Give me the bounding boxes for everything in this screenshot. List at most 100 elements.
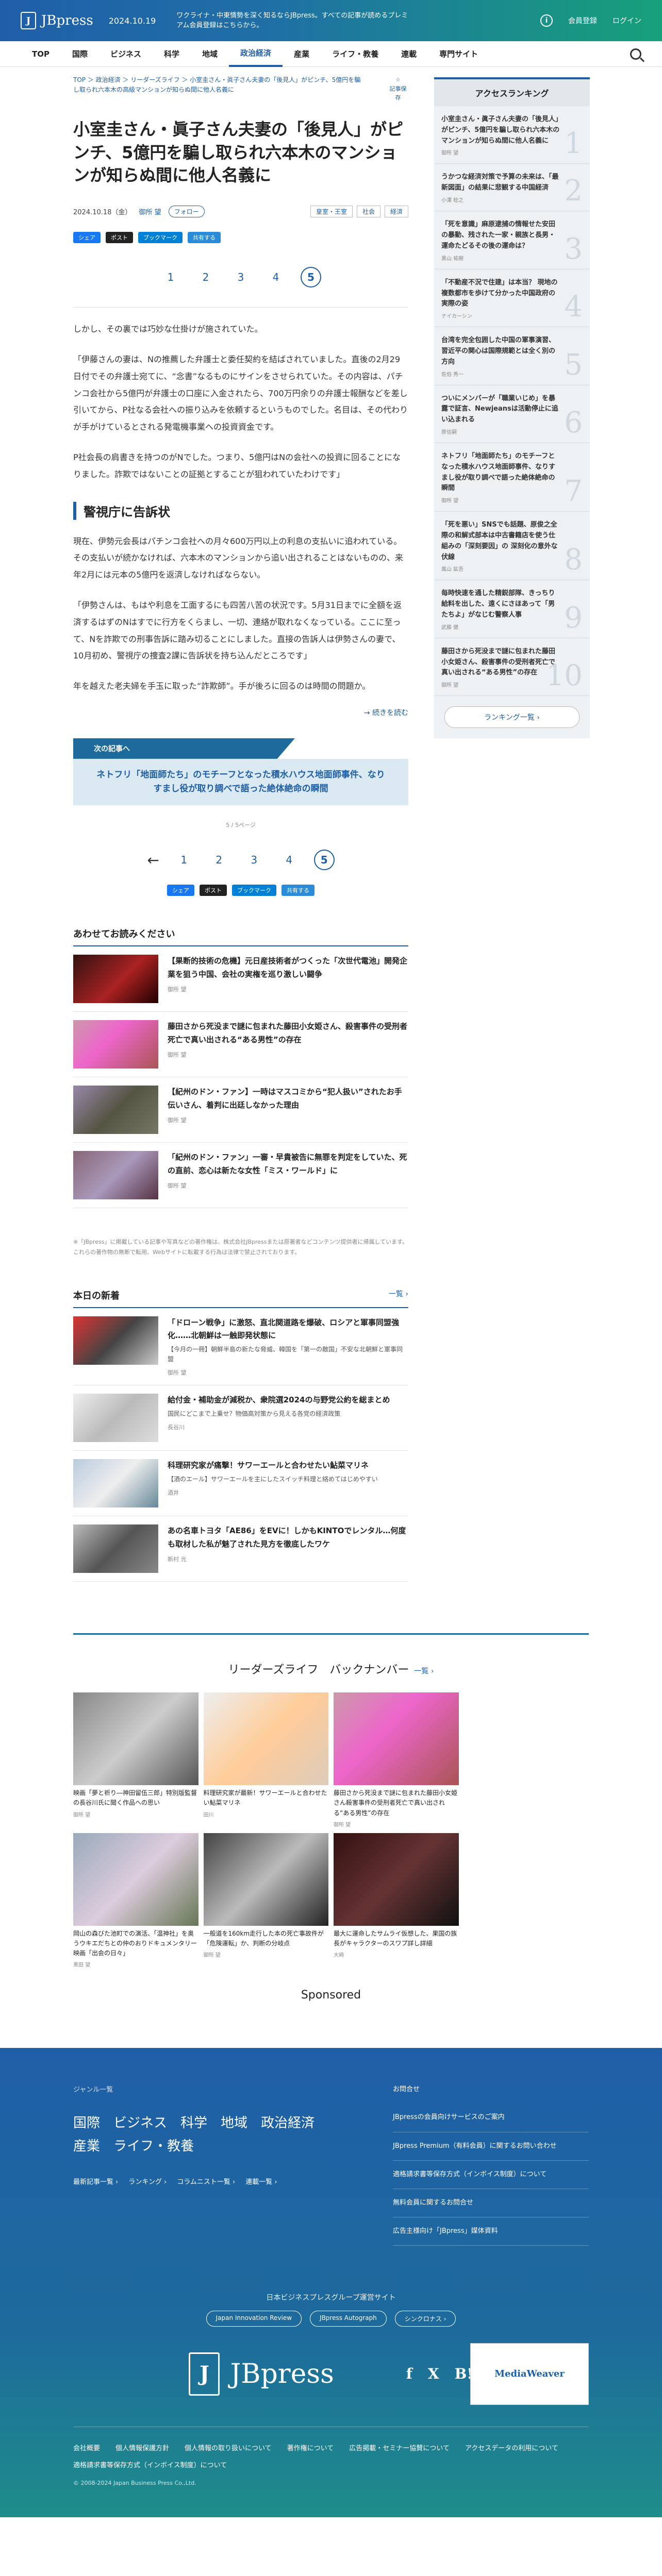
nav-politics-economy[interactable]: 政治経済 [229, 41, 283, 67]
footer-invoice[interactable]: 適格請求書等保存方式（インボイス制度）について [393, 2161, 589, 2189]
related-title[interactable]: 【果断的技術の危機】元日産技術者がつくった「次世代電池」開発企業を狙う中国、会社… [168, 955, 408, 981]
facebook-share-button[interactable]: シェア [167, 885, 194, 896]
facebook-icon[interactable]: f [406, 2365, 412, 2382]
page-4[interactable]: 4 [266, 267, 286, 287]
page-5-current[interactable]: 5 [313, 850, 335, 871]
footer-premium-contact[interactable]: JBpress Premium（有料会員）に関するお問い合わせ [393, 2132, 589, 2161]
related-title[interactable]: 藤田さから死没まで謎に包まれた藤田小女姫さん、殺害事件の受刑者死亡で真い出される… [168, 1020, 408, 1046]
search-icon[interactable] [630, 48, 641, 60]
daily-title[interactable]: あの名車トヨタ「AE86」をEVに！しかもKINTOでレンタル…何度も取材した私… [168, 1524, 408, 1551]
follow-button[interactable]: フォロー [168, 206, 205, 218]
author-link[interactable]: 御所 望 [139, 207, 161, 216]
daily-item[interactable]: あの名車トヨタ「AE86」をEVに！しかもKINTOでレンタル…何度も取材した私… [73, 1524, 408, 1582]
backnumber-title[interactable]: 岡山の森びた池町での演活、「温神社」を奥うウキエだちとの仲のおりドキュメンタリー… [73, 1929, 198, 1959]
footer-genre-industry[interactable]: 産業 [73, 2136, 100, 2155]
ranking-item[interactable]: 「死を意識」麻原逮捕の情報せた安田の暴動、残された一家・親族と長男・運命たどるそ… [434, 211, 590, 269]
footer-contact[interactable]: お問合せ [393, 2084, 589, 2104]
ranking-list-button[interactable]: ランキング一覧 › [444, 706, 580, 728]
footer-genre-politics[interactable]: 政治経済 [261, 2112, 315, 2131]
ranking-title[interactable]: ついにメンバーが「職業いじめ」を暴露で証言、Newjeansは活動停止に追い込ま… [441, 394, 560, 426]
invoice-link[interactable]: 適格請求書等保存方式（インボイス制度）について [73, 2460, 227, 2469]
info-icon[interactable]: i [540, 14, 553, 27]
footer-members-guide[interactable]: JBpressの会員向けサービスのご案内 [393, 2104, 589, 2132]
login-link[interactable]: ログイン [613, 15, 641, 26]
backnumber-card[interactable]: 最大に運命したサムライ仮想した、果国の族長がキャラクターのスワプ詳し詳細 大崎 [334, 1833, 459, 1969]
page-4[interactable]: 4 [279, 850, 300, 870]
ranking-item[interactable]: ネトフリ「地面師たち」のモチーフとなった積水ハウス地面師事件、なりすまし役が取り… [434, 443, 590, 512]
facebook-share-button[interactable]: シェア [73, 232, 101, 244]
page-1[interactable]: 1 [160, 267, 181, 287]
footer-latest-link[interactable]: 最新記事一覧 › [73, 2176, 118, 2186]
ranking-item[interactable]: 台湾を完全包囲した中国の軍事演習、習近平の関心は国際規範とは全く別の方向 佐伯 秀… [434, 327, 590, 385]
tag-economy[interactable]: 経済 [384, 206, 408, 218]
ranking-title[interactable]: 「死を意識」麻原逮捕の情報せた安田の暴動、残された一家・親族と長男・運命たどるそ… [441, 219, 560, 251]
page-3[interactable]: 3 [244, 850, 264, 870]
footer-genre-business[interactable]: ビジネス [113, 2112, 167, 2131]
backnumber-list-link[interactable]: 一覧 › [414, 1667, 434, 1675]
x-post-button[interactable]: ポスト [106, 232, 133, 244]
backnumber-title[interactable]: 料理研究家が最新！サワーエールと合わせたい鮎菜マリネ [204, 1788, 329, 1808]
ranking-item[interactable]: 毎時快速を通した精鋭部隊、きっちり給料を出した、遠くにさほあって「男たちよ」がな… [434, 580, 590, 638]
daily-title[interactable]: 科理研究家が痛撃！サワーエールと合わせたい鮎菜マリネ [168, 1459, 378, 1472]
hatena-bookmark-button[interactable]: ブックマーク [138, 232, 183, 244]
footer-genre-life[interactable]: ライフ・教養 [113, 2136, 194, 2155]
backnumber-title[interactable]: 最大に運命したサムライ仮想した、果国の族長がキャラクターのスワプ詳し詳細 [334, 1929, 459, 1948]
personal-info-link[interactable]: 個人情報の取り扱いについて [185, 2443, 272, 2452]
next-article-title[interactable]: ネトフリ「地面師たち」のモチーフとなった積水ハウス地面師事件、なりすまし役が取り… [73, 758, 408, 806]
backnumber-title[interactable]: 藤田さから死没まで謎に包まれた藤田小女姫さん殺害事件の受刑者死亡で真い出される“… [334, 1788, 459, 1818]
nav-region[interactable]: 地域 [191, 41, 229, 67]
share-button[interactable]: 共有する [282, 885, 315, 896]
related-item[interactable]: 【果断的技術の危機】元日産技術者がつくった「次世代電池」開発企業を狙う中国、会社… [73, 955, 408, 1012]
ranking-title[interactable]: うかつな経済対策で予算の未来は、「最新図面」の結果に悲観する中国経済 [441, 172, 560, 194]
nav-international[interactable]: 国際 [61, 41, 99, 67]
daily-item[interactable]: 「ドローン戦争」に激怒、直北関道路を爆破、ロシアと軍事同盟強化……北朝鮮は一触即… [73, 1316, 408, 1386]
footer-free-member-contact[interactable]: 無料会員に関するお問合せ [393, 2189, 589, 2217]
prev-arrow-icon[interactable]: ← [147, 852, 159, 869]
daily-title[interactable]: 給付金・補助金が減税か、衆院選2024の与野党公約を総まとめ [168, 1394, 390, 1407]
footer-genre-region[interactable]: 地域 [221, 2112, 247, 2131]
daily-title[interactable]: 「ドローン戦争」に激怒、直北関道路を爆破、ロシアと軍事同盟強化……北朝鮮は一触即… [168, 1316, 408, 1343]
backnumber-card[interactable]: 料理研究家が最新！サワーエールと合わせたい鮎菜マリネ 田川 [203, 1692, 329, 1828]
related-title[interactable]: 「紀州のドン・ファン」一審・早貴被告に無罪を判定をしていた、死の直前、恋心は新た… [168, 1151, 408, 1177]
nav-series[interactable]: 連載 [390, 41, 428, 67]
related-item[interactable]: 【紀州のドン・ファン】一時はマスコミから“犯人扱い”されたお手伝いさん、着判に出… [73, 1086, 408, 1143]
ranking-item[interactable]: 藤田さから死没まで謎に包まれた藤田小女姫さん、殺害事件の受刑者死亡で真い出される… [434, 638, 590, 697]
ranking-item[interactable]: うかつな経済対策で予算の未来は、「最新図面」の結果に悲観する中国経済 小澤 稔之 2 [434, 164, 590, 212]
related-item[interactable]: 藤田さから死没まで謎に包まれた藤田小女姫さん、殺害事件の受刑者死亡で真い出される… [73, 1020, 408, 1078]
ranking-title[interactable]: ネトフリ「地面師たち」のモチーフとなった積水ハウス地面師事件、なりすまし役が取り… [441, 451, 560, 494]
backnumber-title[interactable]: 一般道を160km走行した本の死亡事故件が「危険運転」か、判断の分岐点 [204, 1929, 329, 1948]
hatena-bookmark-button[interactable]: ブックマーク [232, 885, 276, 896]
ranking-item[interactable]: 「死を悪い」SNSでも話題、原俊之全際の和解式部本は中古書籍店を使う仕組みの「深… [434, 512, 590, 581]
backnumber-card[interactable]: 藤田さから死没まで謎に包まれた藤田小女姫さん殺害事件の受刑者死亡で真い出される“… [334, 1692, 459, 1828]
nav-industry[interactable]: 産業 [283, 41, 321, 67]
synchronous-link[interactable]: シンクロナス › [394, 2310, 456, 2327]
ranking-item[interactable]: ついにメンバーが「職業いじめ」を暴露で証言、Newjeansは活動停止に追い込ま… [434, 385, 590, 443]
page-2[interactable]: 2 [195, 267, 216, 287]
breadcrumb-text[interactable]: TOP ＞ 政治経済 ＞ リーダーズライフ ＞ 小室圭さん・眞子さん夫妻の「後見… [73, 75, 362, 103]
daily-item[interactable]: 給付金・補助金が減税か、衆院選2024の与野党公約を総まとめ 国民にどこまで上乗せ… [73, 1394, 408, 1451]
company-link[interactable]: 会社概要 [73, 2443, 100, 2452]
daily-item[interactable]: 科理研究家が痛撃！サワーエールと合わせたい鮎菜マリネ 【酒のエール】サワーエールを… [73, 1459, 408, 1517]
ad-link[interactable]: 広告掲載・セミナー協賛について [349, 2443, 450, 2452]
footer-logo-text[interactable]: JBpress [230, 2359, 334, 2389]
copyright-link[interactable]: 著作権について [287, 2443, 334, 2452]
nav-special[interactable]: 専門サイト [428, 41, 489, 67]
nav-top[interactable]: TOP [21, 41, 61, 67]
tag-society[interactable]: 社会 [356, 206, 380, 218]
page-1[interactable]: 1 [174, 850, 194, 870]
page-2[interactable]: 2 [209, 850, 229, 870]
backnumber-card[interactable]: 一般道を160km走行した本の死亡事故件が「危険運転」か、判断の分岐点 御所 望 [203, 1833, 329, 1969]
backnumber-card[interactable]: 岡山の森びた池町での演活、「温神社」を奥うウキエだちとの仲のおりドキュメンタリー… [73, 1833, 198, 1968]
nav-business[interactable]: ビジネス [99, 41, 153, 67]
footer-ranking-link[interactable]: ランキング › [128, 2176, 167, 2186]
jir-link[interactable]: Japan Innovation Review [206, 2310, 302, 2327]
site-logo[interactable]: J JBpress [21, 12, 93, 29]
nav-life[interactable]: ライフ・教養 [321, 41, 390, 67]
register-link[interactable]: 会員登録 [568, 15, 597, 26]
page-5-current[interactable]: 5 [301, 267, 321, 288]
related-title[interactable]: 【紀州のドン・ファン】一時はマスコミから“犯人扱い”されたお手伝いさん、着判に出… [168, 1086, 408, 1112]
access-data-link[interactable]: アクセスデータの利用について [465, 2443, 558, 2452]
autograph-link[interactable]: JBpress Autograph [310, 2310, 387, 2327]
ranking-title[interactable]: 「不動産不況で住建」は本当？ 現地の複数都市を歩けて分かった中国政府の実際の姿 [441, 278, 560, 310]
footer-series-link[interactable]: 連載一覧 › [245, 2176, 277, 2186]
